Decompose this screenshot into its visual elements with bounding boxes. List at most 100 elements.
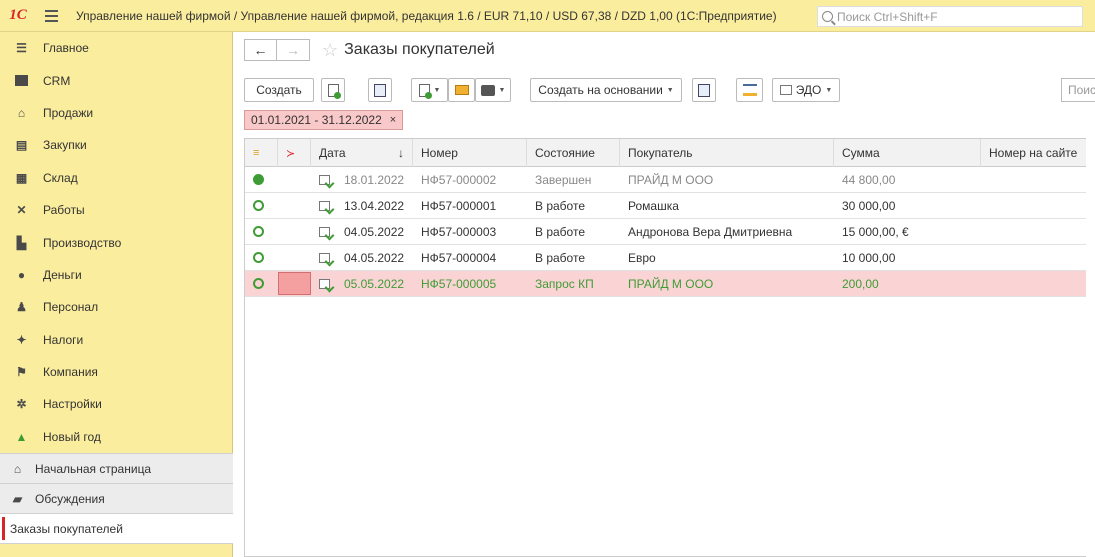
sum-value: 10 000,00	[842, 250, 896, 265]
create-button[interactable]: Создать	[244, 78, 314, 102]
open-window-tab[interactable]: Заказы покупателей	[0, 513, 233, 544]
table-row[interactable]: 05.05.2022 НФ57-000005 Запрос КП ПРАЙД М ОО…	[245, 271, 1086, 297]
sidebar-item-company[interactable]: ⚑ Компания	[0, 356, 232, 388]
sum-cell: 15 000,00, €	[834, 219, 981, 244]
sidebar-item-money[interactable]: ● Деньги	[0, 259, 232, 291]
sidebar-item-personnel[interactable]: ♟ Персонал	[0, 291, 232, 323]
sidebar-item-label: Компания	[43, 365, 98, 380]
sum-cell: 200,00	[834, 271, 981, 296]
buyer-value: ПРАЙД М ООО	[628, 172, 714, 187]
orders-table: ≡ ≻ Дата ↓ Номер Состояние Покупатель Сум…	[244, 138, 1086, 557]
sidebar-item-label: Производство	[43, 235, 122, 250]
sidebar-item-works[interactable]: ✕ Работы	[0, 194, 232, 226]
chevron-down-icon: ▼	[498, 86, 506, 94]
related-documents-button[interactable]: ▼	[411, 78, 448, 102]
status-text-column-header[interactable]: Состояние	[527, 139, 620, 167]
status-value: Запрос КП	[535, 276, 594, 291]
sidebar-item-warehouse[interactable]: ▦ Склад	[0, 162, 232, 194]
report-icon	[374, 83, 386, 97]
main-menu-button[interactable]	[36, 0, 66, 32]
table-row[interactable]: 04.05.2022 НФ57-000004 В работе Евро 10 000,…	[245, 245, 1086, 271]
number-cell: НФ57-000005	[413, 271, 527, 296]
number-value: НФ57-000001	[421, 198, 497, 213]
mark-button[interactable]	[736, 78, 763, 102]
in-progress-circle-icon	[253, 226, 264, 237]
tree-icon: ▲	[15, 429, 28, 444]
forward-arrow-icon: →	[286, 42, 300, 58]
date-column-header[interactable]: Дата ↓	[311, 139, 413, 167]
sidebar-bottom-nav: ⌂ Начальная страница ▰ Обсуждения Заказы п…	[0, 453, 233, 544]
site-cell	[981, 193, 1086, 218]
sidebar-item-label: Настройки	[43, 397, 102, 412]
list-search-input[interactable]: Поиск	[1061, 78, 1095, 102]
table-row[interactable]: 04.05.2022 НФ57-000003 В работе Андронова В…	[245, 219, 1086, 245]
site-cell	[981, 167, 1086, 192]
print-button[interactable]: ▼	[475, 78, 511, 102]
structure-button[interactable]	[692, 78, 716, 102]
sidebar-item-main[interactable]: ☰ Главное	[0, 32, 232, 64]
gear-icon: ✲	[16, 397, 27, 412]
send-email-button[interactable]	[448, 78, 475, 102]
status-column-header[interactable]: ≡	[245, 139, 278, 167]
sidebar-item-label: Деньги	[43, 267, 82, 282]
buyer-column-header[interactable]: Покупатель	[620, 139, 834, 167]
table-row[interactable]: 13.04.2022 НФ57-000001 В работе Ромашка 30 0…	[245, 193, 1086, 219]
buyer-cell: ПРАЙД М ООО	[620, 271, 834, 296]
chevron-down-icon: ▼	[666, 86, 674, 94]
app-logo[interactable]: 1С	[0, 0, 36, 32]
site-number-column-header[interactable]: Номер на сайте	[981, 139, 1086, 167]
table-header: ≡ ≻ Дата ↓ Номер Состояние Покупатель Сум…	[245, 139, 1086, 167]
global-search-input[interactable]: Поиск Ctrl+Shift+F	[817, 6, 1083, 27]
sidebar-item-taxes[interactable]: ✦ Налоги	[0, 324, 232, 356]
search-icon	[822, 11, 833, 22]
printer-icon	[480, 84, 495, 96]
report-button[interactable]	[368, 78, 392, 102]
site-cell	[981, 245, 1086, 270]
sidebar-item-new-year[interactable]: ▲ Новый год	[0, 421, 232, 453]
sidebar-item-label: Продажи	[43, 105, 94, 120]
sidebar-item-label: Работы	[43, 203, 85, 218]
status-cell	[245, 193, 278, 218]
back-button[interactable]: ←	[244, 39, 277, 61]
sidebar-item-settings[interactable]: ✲ Настройки	[0, 388, 232, 420]
discussions-link[interactable]: ▰ Обсуждения	[0, 483, 233, 513]
posted-document-icon	[319, 278, 330, 289]
sidebar-item-label: CRM	[43, 73, 71, 88]
main-content: ← → ☆ Заказы покупателей Создать ▼ ▼ Соз…	[234, 32, 1095, 557]
form-header: ← → ☆ Заказы покупателей	[244, 39, 495, 61]
date-value: 05.05.2022	[344, 276, 405, 291]
number-cell: НФ57-000004	[413, 245, 527, 270]
sidebar-item-production[interactable]: ▙ Производство	[0, 226, 232, 258]
sidebar-item-purchases[interactable]: ▤ Закупки	[0, 129, 232, 161]
favorite-star-icon[interactable]: ☆	[322, 40, 338, 61]
sidebar-item-crm[interactable]: CRM	[0, 64, 232, 96]
buyer-cell: Евро	[620, 245, 834, 270]
table-row[interactable]: 18.01.2022 НФ57-000002 Завершен ПРАЙД М ООО…	[245, 167, 1086, 193]
period-filter-chip[interactable]: 01.01.2021 - 31.12.2022 ×	[244, 110, 404, 130]
status-value: В работе	[535, 198, 586, 213]
copy-document-button[interactable]	[321, 78, 345, 102]
edo-button[interactable]: ЭДО ▼	[772, 78, 840, 102]
sidebar-item-sales[interactable]: ⌂ Продажи	[0, 97, 232, 129]
status-cell: В работе	[527, 219, 620, 244]
chevron-down-icon: ▼	[433, 86, 441, 94]
number-cell: НФ57-000001	[413, 193, 527, 218]
number-column-header[interactable]: Номер	[413, 139, 527, 167]
home-page-link[interactable]: ⌂ Начальная страница	[0, 453, 233, 483]
mark-cell[interactable]	[278, 272, 311, 295]
app-title: Управление нашей фирмой / Управление наш…	[76, 8, 777, 23]
create-based-on-button[interactable]: Создать на основании ▼	[530, 78, 682, 102]
date-cell: 04.05.2022	[311, 219, 413, 244]
buyer-value: Андронова Вера Дмитриевна	[628, 224, 793, 239]
completed-circle-icon	[253, 174, 264, 185]
status-cell: В работе	[527, 193, 620, 218]
close-icon[interactable]: ×	[390, 114, 396, 126]
personnel-icon: ♟	[16, 300, 27, 315]
status-cell: В работе	[527, 245, 620, 270]
sum-column-header[interactable]: Сумма	[834, 139, 981, 167]
date-value: 13.04.2022	[344, 198, 405, 213]
forward-button[interactable]: →	[277, 39, 310, 61]
top-bar: 1С Управление нашей фирмой / Управление …	[0, 0, 1095, 32]
home-icon: ⌂	[13, 461, 22, 476]
mark-column-header[interactable]: ≻	[278, 139, 311, 167]
